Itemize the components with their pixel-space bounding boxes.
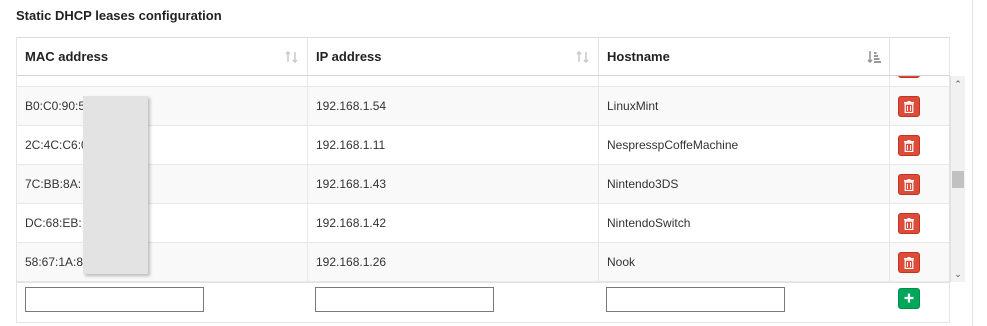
panel-right-border <box>972 0 973 326</box>
sort-alpha-desc-icon <box>867 51 881 64</box>
column-header-hostname[interactable]: Hostname <box>599 38 890 75</box>
ip-cell: 192.168.1.43 <box>308 165 599 204</box>
actions-cell <box>890 165 949 204</box>
table-scrollbar[interactable]: ⌃ ⌄ <box>950 76 965 282</box>
mac-cell: DC:68:EB: <box>17 204 308 243</box>
section-title: Static DHCP leases configuration <box>16 8 222 23</box>
ip-cell: 192.168.1.54 <box>308 87 599 126</box>
delete-button[interactable] <box>898 96 920 117</box>
sort-neutral-icon <box>285 50 298 64</box>
table-row: 7C:BB:8A: 192.168.1.43 Nintendo3DS <box>17 165 949 204</box>
actions-cell <box>890 243 949 282</box>
column-header-actions <box>890 38 949 75</box>
table-row: DC:68:EB: 192.168.1.42 NintendoSwitch <box>17 204 949 243</box>
actions-cell <box>890 76 949 87</box>
trash-icon <box>904 218 914 230</box>
actions-cell <box>890 87 949 126</box>
mac-cell <box>17 76 308 87</box>
hostname-cell: LinuxMint <box>599 87 890 126</box>
delete-button[interactable] <box>898 174 920 195</box>
actions-cell <box>890 126 949 165</box>
plus-icon <box>904 293 914 303</box>
table-row <box>17 76 949 87</box>
table-header: MAC address IP address Hostname <box>17 38 949 76</box>
new-hostname-input[interactable] <box>606 287 785 312</box>
scrollbar-thumb[interactable] <box>952 171 964 188</box>
column-header-label: IP address <box>316 49 382 64</box>
redaction-overlay <box>83 96 148 274</box>
ip-cell: 192.168.1.26 <box>308 243 599 282</box>
add-lease-button[interactable] <box>898 288 920 309</box>
hostname-cell: Nook <box>599 243 890 282</box>
ip-cell <box>308 76 599 87</box>
sort-neutral-icon <box>576 50 589 64</box>
mac-cell: 58:67:1A:8 <box>17 243 308 282</box>
scroll-down-arrow-icon[interactable]: ⌄ <box>951 268 965 280</box>
hostname-cell: NespresspCoffeMachine <box>599 126 890 165</box>
hostname-cell: NintendoSwitch <box>599 204 890 243</box>
column-header-mac[interactable]: MAC address <box>17 38 308 75</box>
scroll-up-arrow-icon[interactable]: ⌃ <box>951 78 965 90</box>
table-row: 2C:4C:C6:0 192.168.1.11 NespresspCoffeMa… <box>17 126 949 165</box>
hostname-cell: Nintendo3DS <box>599 165 890 204</box>
table-row: 58:67:1A:8 192.168.1.26 Nook <box>17 243 949 282</box>
new-ip-input[interactable] <box>315 287 494 312</box>
column-header-label: Hostname <box>607 49 670 64</box>
delete-button[interactable] <box>898 252 920 273</box>
ip-cell: 192.168.1.42 <box>308 204 599 243</box>
delete-button[interactable] <box>898 76 920 78</box>
table-row: B0:C0:90:5 192.168.1.54 LinuxMint <box>17 87 949 126</box>
mac-cell: 7C:BB:8A: <box>17 165 308 204</box>
ip-cell: 192.168.1.11 <box>308 126 599 165</box>
delete-button[interactable] <box>898 135 920 156</box>
new-mac-input[interactable] <box>25 287 204 312</box>
trash-icon <box>904 101 914 113</box>
delete-button[interactable] <box>898 213 920 234</box>
trash-icon <box>904 257 914 269</box>
trash-icon <box>904 179 914 191</box>
mac-cell: 2C:4C:C6:0 <box>17 126 308 165</box>
hostname-cell <box>599 76 890 87</box>
new-lease-row <box>17 282 949 323</box>
table-body: B0:C0:90:5 192.168.1.54 LinuxMint 2C:4C:… <box>17 76 949 282</box>
mac-cell: B0:C0:90:5 <box>17 87 308 126</box>
dhcp-leases-table: MAC address IP address Hostname B0:C0:90… <box>16 37 965 323</box>
actions-cell <box>890 204 949 243</box>
trash-icon <box>904 140 914 152</box>
column-header-ip[interactable]: IP address <box>308 38 599 75</box>
column-header-label: MAC address <box>25 49 109 64</box>
